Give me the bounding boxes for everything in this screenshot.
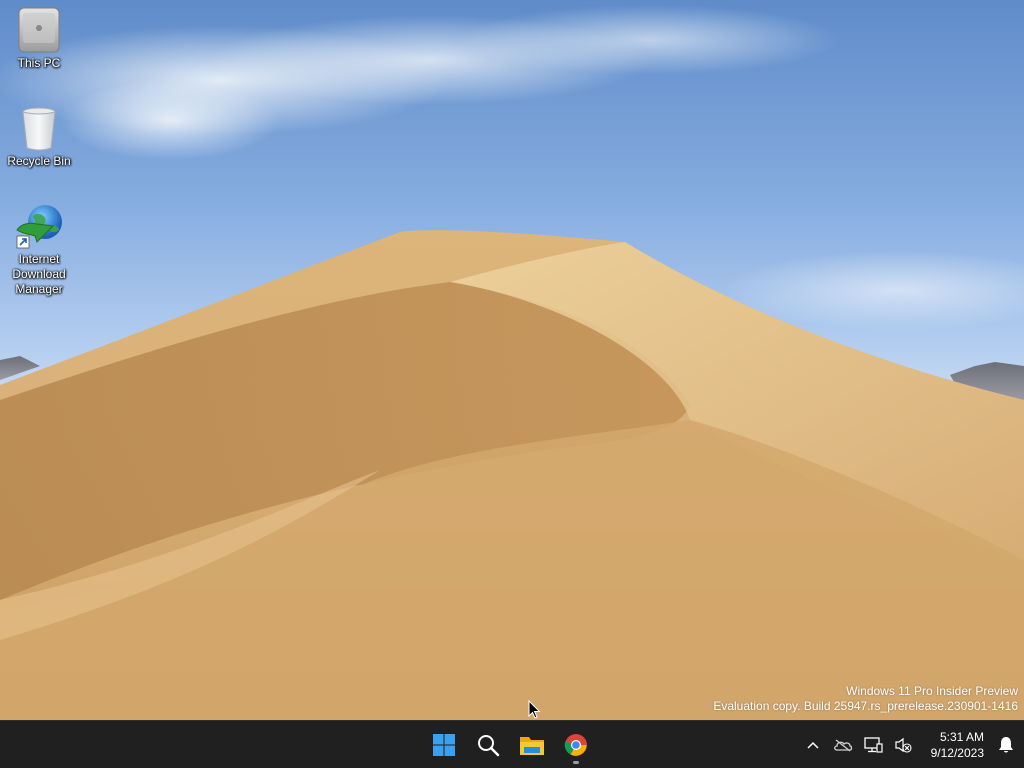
folder-icon bbox=[520, 737, 544, 755]
onedrive-button[interactable] bbox=[828, 725, 858, 765]
show-hidden-icons-button[interactable] bbox=[798, 725, 828, 765]
clock-time: 5:31 AM bbox=[939, 730, 984, 744]
start-button[interactable] bbox=[422, 725, 466, 765]
network-button[interactable] bbox=[858, 725, 888, 765]
system-tray: 5:31 AM 9/12/2023 bbox=[798, 721, 1024, 769]
desktop[interactable]: This PC Recycle Bin Internet Download Ma… bbox=[0, 0, 1024, 720]
taskbar-clock[interactable]: 5:31 AM 9/12/2023 bbox=[918, 729, 988, 761]
chrome-icon bbox=[564, 734, 587, 756]
watermark-line-1: Windows 11 Pro Insider Preview bbox=[846, 684, 1018, 698]
notification-center-button[interactable] bbox=[988, 725, 1024, 765]
volume-muted-icon bbox=[895, 737, 912, 753]
taskbar-pinned-apps bbox=[422, 721, 598, 769]
chrome-button[interactable] bbox=[554, 725, 598, 765]
desktop-icon-recycle-bin[interactable]: Recycle Bin bbox=[1, 104, 77, 169]
clock-date: 9/12/2023 bbox=[930, 746, 984, 760]
desktop-icon-label: Recycle Bin bbox=[7, 154, 71, 168]
desktop-icon-label: This PC bbox=[17, 56, 61, 70]
evaluation-watermark: Windows 11 Pro Insider Preview Evaluatio… bbox=[713, 684, 1018, 714]
search-icon bbox=[478, 735, 500, 757]
volume-button[interactable] bbox=[888, 725, 918, 765]
recycle-bin-icon bbox=[22, 107, 56, 151]
internet-download-manager-icon bbox=[16, 205, 62, 249]
mouse-cursor-icon bbox=[528, 700, 541, 719]
watermark-line-2: Evaluation copy. Build 25947.rs_prerelea… bbox=[713, 699, 1018, 713]
taskbar: 5:31 AM 9/12/2023 bbox=[0, 720, 1024, 768]
search-button[interactable] bbox=[466, 725, 510, 765]
network-icon bbox=[864, 737, 883, 753]
desktop-icon-internet-download-manager[interactable]: Internet Download Manager bbox=[1, 202, 77, 297]
desktop-icon-this-pc[interactable]: This PC bbox=[1, 6, 77, 71]
chevron-up-icon bbox=[807, 741, 819, 749]
windows-start-icon bbox=[433, 734, 455, 756]
file-explorer-button[interactable] bbox=[510, 725, 554, 765]
bell-icon bbox=[999, 737, 1013, 753]
computer-icon bbox=[18, 7, 60, 53]
onedrive-offline-icon bbox=[834, 739, 853, 752]
running-indicator bbox=[573, 761, 579, 764]
desktop-icon-label: Internet Download Manager bbox=[12, 252, 66, 296]
desktop-wallpaper bbox=[0, 5, 1024, 720]
